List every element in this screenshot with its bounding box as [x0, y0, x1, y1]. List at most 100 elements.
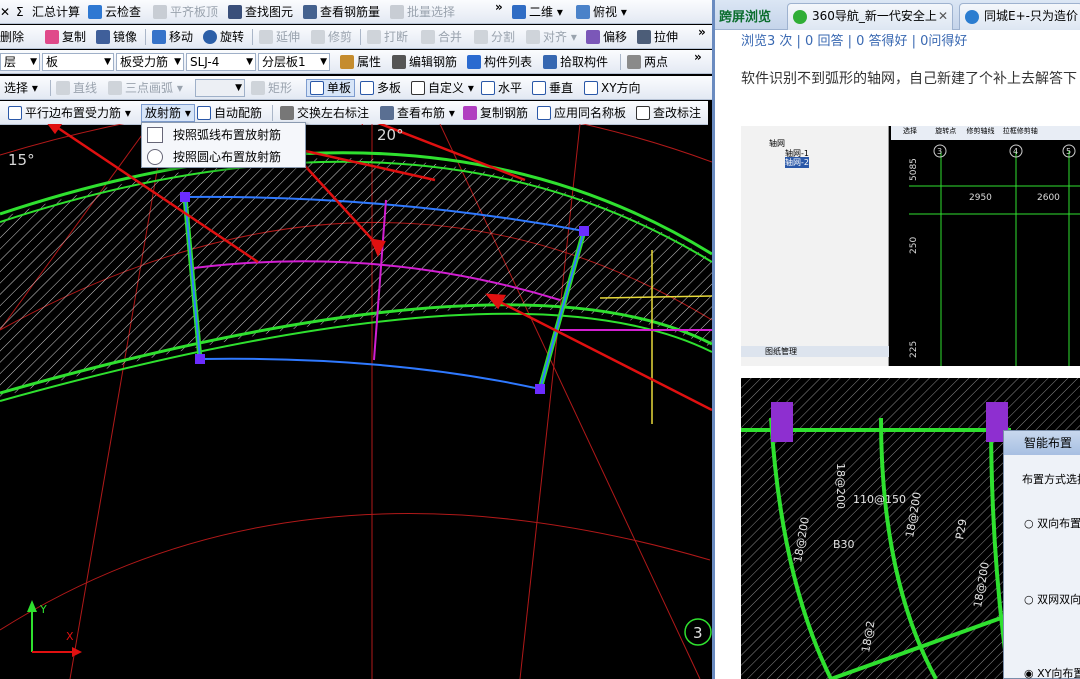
rebar-label-110: 110@150	[853, 493, 906, 506]
eyedropper-icon	[543, 55, 557, 69]
component-list-button[interactable]: 构件列表	[467, 53, 532, 71]
top-view-dropdown[interactable]: 俯视 ▾	[576, 3, 627, 21]
question-text: 软件识别不到弧形的轴网，自己新建了个补上去解答下	[741, 71, 1077, 87]
find-element-button[interactable]: 查找图元	[228, 3, 293, 21]
view-rebar-qty-button[interactable]: 查看钢筋量	[303, 3, 380, 21]
slab-layer-value: 分层板1	[262, 55, 306, 69]
view-2d-dropdown[interactable]: 二维 ▾	[512, 3, 563, 21]
category-select[interactable]: 板 ▼	[42, 53, 114, 71]
arc-radial-icon	[147, 127, 163, 143]
split-button[interactable]: 分割	[474, 28, 515, 46]
toolbar-1: ✕ Σ 汇总计算 云检查 平齐板顶 查找图元 查看钢筋量 批量选择 » 二维 ▾…	[0, 0, 712, 24]
custom-icon	[411, 81, 425, 95]
rotate-icon	[203, 30, 217, 44]
slab-ring-hatch	[0, 158, 712, 397]
swap-labels-button[interactable]: 交换左右标注	[280, 104, 369, 122]
option-bidirectional-label: 双向布置	[1037, 517, 1080, 530]
edit-rebar-button[interactable]: 编辑钢筋	[392, 53, 457, 71]
axis-drawing: 3 4 5 2950 2600 5085 250 225	[909, 144, 1080, 366]
extend-button[interactable]: 延伸	[259, 28, 300, 46]
stretch-button[interactable]: 拉伸	[637, 28, 678, 46]
align-slab-top-button[interactable]: 平齐板顶	[153, 3, 218, 21]
batch-select-button[interactable]: 批量选择	[390, 3, 455, 21]
move-label: 移动	[169, 30, 194, 44]
view-layout-icon	[380, 106, 394, 120]
type-select[interactable]: 板受力筋 ▼	[116, 53, 184, 71]
move-button[interactable]: 移动	[152, 28, 193, 46]
attached-image-1[interactable]: 轴网 轴网-1 轴网-2 图纸管理 选择 旋转点 修剪轴线 拉框修剪轴 3 4	[741, 126, 1080, 366]
list-icon	[467, 55, 481, 69]
browser-tab-bar: 跨屏浏览 360导航_新一代安全上 ✕ 同城E+-只为造价	[715, 0, 1080, 30]
menu-item-arc-radial[interactable]: 按照弧线布置放射筋	[142, 124, 305, 146]
rotate-button[interactable]: 旋转	[203, 28, 244, 46]
drawing-canvas[interactable]: 15° 20° 3 Y X	[0, 124, 712, 679]
vertical-button[interactable]: 垂直	[532, 79, 573, 97]
more-icon[interactable]: »	[495, 0, 503, 14]
option-double-net[interactable]: ○ 双网双向布	[1024, 591, 1080, 607]
custom-button[interactable]: 自定义 ▾	[411, 79, 474, 97]
copy-button[interactable]: 复制	[45, 28, 86, 46]
apply-same-slab-button[interactable]: 应用同名称板	[537, 104, 626, 122]
split-screen-mode[interactable]: 跨屏浏览	[719, 6, 771, 25]
summary-calc-button[interactable]: 汇总计算	[32, 3, 80, 21]
line-button[interactable]: 直线	[56, 79, 97, 97]
abc-icon	[636, 106, 650, 120]
select-button[interactable]: 选择 ▾	[4, 79, 38, 97]
merge-icon	[421, 30, 435, 44]
more-icon[interactable]: »	[698, 25, 706, 39]
menu-item-center-radial[interactable]: 按照圆心布置放射筋	[142, 146, 305, 168]
sum-icon[interactable]: Σ	[16, 3, 24, 21]
break-label: 打断	[384, 30, 409, 44]
option-bidirectional[interactable]: ○ 双向布置	[1024, 515, 1080, 531]
properties-button[interactable]: 属性	[340, 53, 381, 71]
axis-3: 3	[937, 147, 942, 156]
copy-rebar-button[interactable]: 复制钢筋	[463, 104, 528, 122]
auto-rebar-button[interactable]: 自动配筋	[197, 104, 262, 122]
rectangle-button[interactable]: 矩形	[251, 79, 292, 97]
spec-value: SLJ-4	[190, 55, 220, 69]
stretch-icon	[637, 30, 651, 44]
dim-225: 225	[909, 341, 919, 358]
delete-button[interactable]: 删除	[0, 28, 24, 46]
tab-360-nav[interactable]: 360导航_新一代安全上 ✕	[787, 3, 953, 30]
three-point-arc-button[interactable]: 三点画弧 ▾	[108, 79, 183, 97]
offset-button[interactable]: 偏移	[586, 28, 627, 46]
merge-button[interactable]: 合并	[421, 28, 462, 46]
tab-360-nav-label: 360导航_新一代安全上	[812, 9, 937, 23]
view-2d-label: 二维	[529, 5, 554, 19]
close-icon[interactable]: ✕	[0, 3, 10, 21]
split-icon	[474, 30, 488, 44]
two-points-button[interactable]: 两点	[627, 53, 668, 71]
option-xy[interactable]: ◉ XY向布置	[1024, 665, 1080, 679]
angle-label-20: 20°	[377, 126, 404, 144]
parallel-edge-rebar-button[interactable]: 平行边布置受力筋 ▾	[8, 104, 131, 122]
mirror-button[interactable]: 镜像	[96, 28, 137, 46]
spec-select[interactable]: SLJ-4 ▼	[186, 53, 256, 71]
xy-direction-button[interactable]: XY方向	[584, 79, 641, 97]
axis-5: 5	[1066, 147, 1071, 156]
ucs-y-label: Y	[39, 603, 47, 616]
pick-component-button[interactable]: 拾取构件	[543, 53, 608, 71]
close-icon[interactable]: ✕	[938, 4, 948, 29]
view-rebar-layout-button[interactable]: 查看布筋 ▾	[380, 104, 455, 122]
more-icon[interactable]: »	[694, 50, 702, 64]
cloud-check-button[interactable]: 云检查	[88, 3, 141, 21]
properties-icon	[340, 55, 354, 69]
slab-layer-select[interactable]: 分层板1 ▼	[258, 53, 330, 71]
tab-tongcheng[interactable]: 同城E+-只为造价	[959, 3, 1080, 30]
extend-label: 延伸	[276, 30, 301, 44]
arc-option-select[interactable]: ▼	[195, 79, 245, 97]
single-slab-button[interactable]: 单板	[306, 79, 356, 97]
align-label: 对齐	[543, 30, 568, 44]
select-label: 选择	[4, 81, 29, 95]
angle-label-15: 15°	[8, 151, 35, 169]
trim-button[interactable]: 修剪	[311, 28, 352, 46]
horizontal-button[interactable]: 水平	[481, 79, 522, 97]
break-button[interactable]: 打断	[367, 28, 408, 46]
multi-slab-button[interactable]: 多板	[360, 79, 401, 97]
delete-label: 删除	[0, 30, 25, 44]
floor-select[interactable]: 层 ▼	[0, 53, 40, 71]
edit-label-button[interactable]: 查改标注	[636, 104, 701, 122]
align-button[interactable]: 对齐 ▾	[526, 28, 577, 46]
radial-rebar-dropdown[interactable]: 放射筋 ▾	[141, 104, 195, 122]
